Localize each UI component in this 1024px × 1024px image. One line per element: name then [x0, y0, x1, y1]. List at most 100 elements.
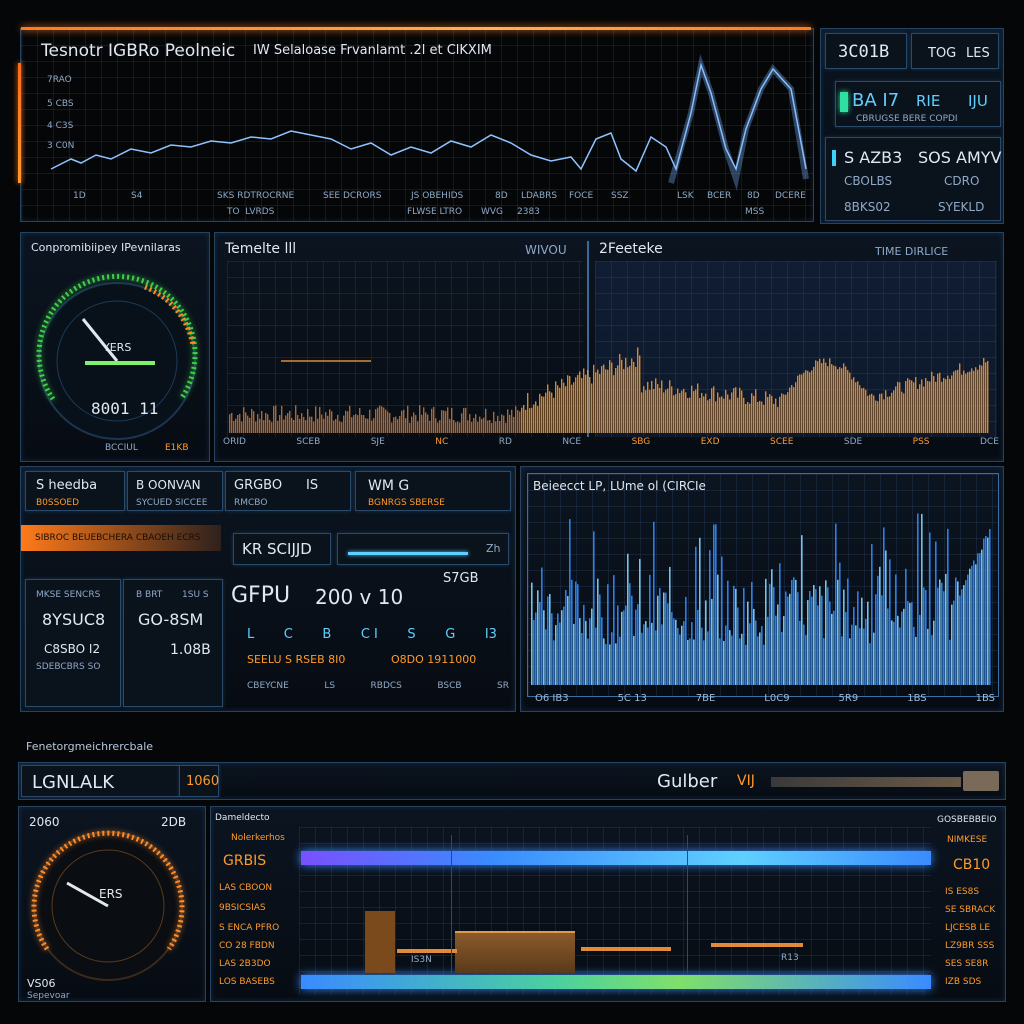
stat-box-secondary[interactable]: TOG LES [911, 33, 999, 69]
frequency-bar [855, 625, 857, 685]
frequency-bar [953, 600, 955, 685]
mid-bar [401, 410, 403, 433]
mid-bar [411, 416, 413, 433]
gpu-slider-track [348, 552, 468, 555]
stat-row-2[interactable]: BA I7 RIE IJU CBRUGSE BERE COPDI [835, 81, 1001, 127]
bottom-tab-right-label[interactable]: Gulber [657, 771, 717, 792]
frequency-bar [829, 601, 831, 685]
mid-bar [373, 418, 375, 433]
stats-panel: 3C01B TOG LES BA I7 RIE IJU CBRUGSE BERE… [820, 28, 1004, 224]
mid-bar [667, 388, 669, 433]
gpu-col-b-title2: 1SU S [182, 590, 209, 600]
mid-bar [679, 393, 681, 433]
mid-bar [283, 419, 285, 433]
mid-bar [305, 420, 307, 433]
bottom-tab-left[interactable]: LGNLALK [21, 765, 181, 797]
freq-x-label: L0C9 [764, 693, 790, 704]
frequency-bar [835, 523, 837, 685]
gpu-col-a[interactable]: MKSE SENCRS 8YSUC8 C8SBO I2 SDEBCBRS SO [25, 579, 121, 707]
frequency-bar [737, 607, 739, 685]
mid-bar [257, 414, 259, 433]
frequency-bar [555, 625, 557, 685]
mid-bar [435, 418, 437, 433]
mid-bar [927, 381, 929, 433]
mid-bar [925, 377, 927, 433]
mid-bar [239, 413, 241, 433]
mid-bar [251, 408, 253, 433]
gpu-tab-4[interactable]: WM G BGNRGS SBERSE [355, 471, 511, 511]
mid-bar [801, 374, 803, 433]
gpu-tab-3[interactable]: GRGBO IS RMCBO [225, 471, 351, 511]
mid-bar [845, 366, 847, 433]
gpu-col-b[interactable]: B BRT 1SU S GO-8SM 1.08B [123, 579, 223, 707]
gpu-panel: S heedba B0SSOED B OONVAN SYCUED SICCEE … [20, 466, 516, 712]
mid-bar [903, 393, 905, 433]
mid-bar [313, 421, 315, 433]
frequency-bar [541, 567, 543, 685]
mid-bar [473, 417, 475, 433]
mid-bar [811, 370, 813, 433]
mid-bar [299, 418, 301, 433]
gpu-search-field[interactable]: KR SCIJJD [233, 533, 331, 565]
mid-bar [323, 418, 325, 433]
mid-bar [399, 415, 401, 433]
gpu-tab-1[interactable]: S heedba B0SSOED [25, 471, 125, 511]
frequency-bar [935, 541, 937, 685]
frequency-bar [669, 566, 671, 685]
mid-bar [557, 385, 559, 433]
mid-bar [429, 420, 431, 433]
frequency-bar [975, 564, 977, 685]
frequency-bar [615, 643, 617, 685]
mid-bar [341, 422, 343, 433]
gpu-col-b-sub: 1.08B [170, 642, 211, 658]
frequency-bar [897, 615, 899, 685]
frequency-bar [977, 553, 979, 685]
mid-bar [797, 375, 799, 433]
frequency-bar [941, 582, 943, 685]
frequency-bar [745, 644, 747, 685]
top-x-label: SSZ [611, 191, 629, 201]
gpu-range-slider[interactable]: Zh [337, 533, 509, 565]
gauge1-header: Conpromibiipey IPevnilaras [31, 241, 181, 254]
mid-bar [731, 392, 733, 433]
freq-x-label: 1BS [975, 693, 995, 704]
frequency-bar [763, 644, 765, 685]
bottom-tab-badge[interactable]: 1060 [179, 765, 219, 797]
frequency-bar [839, 562, 841, 685]
frequency-bar [587, 638, 589, 685]
mid-bar [753, 395, 755, 433]
gpu-strip-label: SIBROC BEUEBCHERA CBAOEH ECRS [35, 533, 201, 543]
gpu-tab-2[interactable]: B OONVAN SYCUED SICCEE [127, 471, 223, 511]
frequency-bar [593, 531, 595, 685]
frequency-bar [651, 622, 653, 685]
mid-bar [389, 413, 391, 433]
frequency-bar [683, 621, 685, 685]
mid-bar [665, 389, 667, 433]
frequency-bar [909, 602, 911, 685]
mid-bar [545, 392, 547, 433]
mid-bar [757, 401, 759, 433]
stat-box-primary[interactable]: 3C01B [825, 33, 907, 69]
frequency-bar [853, 606, 855, 685]
mid-bar [509, 414, 511, 433]
frequency-bar [637, 604, 639, 685]
bottom-tab-toggle[interactable] [963, 771, 999, 791]
frequency-bar [841, 636, 843, 685]
frequency-bar [713, 524, 715, 685]
mid-bar [875, 400, 877, 433]
mid-bar [277, 420, 279, 433]
mid-bar [443, 410, 445, 433]
mid-bar [793, 387, 795, 433]
mid-bar [791, 385, 793, 433]
mid-bar [523, 405, 525, 433]
mid-bar [863, 387, 865, 433]
frequency-bar [901, 611, 903, 685]
mid-bar [307, 409, 309, 433]
frequency-bar [769, 583, 771, 685]
stat-row-3[interactable]: S AZB3 SOS AMYV CBOLBS CDRO 8BKS02 SYEKL… [825, 137, 1001, 221]
frequency-bar [545, 629, 547, 685]
mid-bar [409, 422, 411, 433]
mid-bar [723, 398, 725, 433]
mid-bar [765, 391, 767, 433]
mid-bar [419, 405, 421, 433]
